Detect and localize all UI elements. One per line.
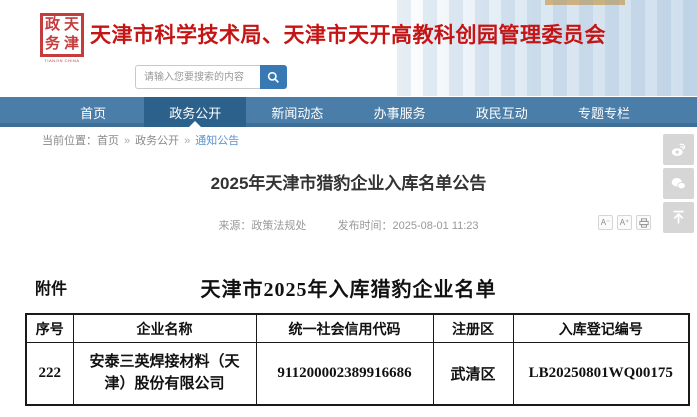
search-button[interactable] (260, 65, 287, 89)
document-title: 天津市2025年入库猎豹企业名单 (0, 273, 697, 302)
attachment-section: 附件 天津市2025年入库猎豹企业名单 序号 企业名称 统一社会信用代码 注册区… (0, 273, 697, 406)
site-title: 天津市科学技术局、天津市天开高教科创园管理委员会 (90, 19, 606, 49)
breadcrumb-home[interactable]: 首页 (97, 135, 119, 147)
col-header-registration-no: 入库登记编号 (513, 314, 689, 343)
share-wechat-button[interactable] (663, 168, 694, 199)
tianjin-seal-logo: 政 天 务 津 (40, 13, 84, 57)
nav-item-government-info[interactable]: 政务公开 (144, 97, 246, 127)
nav-item-home[interactable]: 首页 (42, 97, 144, 127)
cell-index: 222 (26, 343, 73, 406)
main-nav: 首页 政务公开 新闻动态 办事服务 政民互动 专题专栏 (0, 97, 697, 127)
table-header-row: 序号 企业名称 统一社会信用代码 注册区 入库登记编号 (26, 314, 689, 343)
search-icon (267, 71, 280, 84)
article-title: 2025年天津市猎豹企业入库名单公告 (0, 169, 697, 194)
share-weibo-button[interactable] (663, 134, 694, 165)
nav-item-news[interactable]: 新闻动态 (246, 97, 348, 127)
cell-registration-no: LB20250801WQ00175 (513, 343, 689, 406)
seal-caption: TIANJIN CHINA (40, 58, 84, 63)
table-row: 222 安泰三英焊接材料（天津）股份有限公司 91120000238991668… (26, 343, 689, 406)
col-header-district: 注册区 (433, 314, 513, 343)
cell-company-name: 安泰三英焊接材料（天津）股份有限公司 (73, 343, 256, 406)
top-accent-bar (545, 0, 625, 5)
nav-item-special-topics[interactable]: 专题专栏 (553, 97, 655, 127)
article-publish-time: 发布时间：2025-08-01 11:23 (338, 220, 479, 232)
attachment-label: 附件 (35, 275, 67, 299)
site-logo: 政 天 务 津 TIANJIN CHINA (40, 13, 84, 63)
printer-icon (639, 218, 649, 228)
col-header-credit-code: 统一社会信用代码 (256, 314, 433, 343)
brand: 政 天 务 津 TIANJIN CHINA 天津市科学技术局、天津市天开高教科创… (40, 13, 606, 63)
enterprise-table: 序号 企业名称 统一社会信用代码 注册区 入库登记编号 222 安泰三英焊接材料… (25, 313, 690, 406)
article-meta: 来源：政策法规处 发布时间：2025-08-01 11:23 A⁻ A⁺ (0, 217, 697, 233)
share-widget (663, 134, 694, 233)
nav-item-services[interactable]: 办事服务 (349, 97, 451, 127)
breadcrumb-government-info[interactable]: 政务公开 (135, 135, 179, 147)
breadcrumb-notices[interactable]: 通知公告 (195, 135, 239, 147)
weibo-icon (670, 141, 687, 158)
wechat-icon (670, 175, 687, 192)
site-header: 政 天 务 津 TIANJIN CHINA 天津市科学技术局、天津市天开高教科创… (0, 0, 697, 97)
search-input[interactable] (135, 65, 260, 89)
nav-item-interaction[interactable]: 政民互动 (451, 97, 553, 127)
active-tab-notch (189, 121, 201, 127)
breadcrumb: 当前位置：首页»政务公开»通知公告 (0, 127, 697, 155)
cell-credit-code: 911200002389916686 (256, 343, 433, 406)
col-header-company: 企业名称 (73, 314, 256, 343)
cell-district: 武清区 (433, 343, 513, 406)
back-to-top-button[interactable] (663, 202, 694, 233)
font-increase-button[interactable]: A⁺ (617, 215, 632, 230)
article-source: 来源：政策法规处 (218, 220, 306, 232)
print-button[interactable] (636, 215, 651, 230)
font-decrease-button[interactable]: A⁻ (598, 215, 613, 230)
arrow-up-icon (670, 209, 687, 226)
search-bar (135, 65, 287, 89)
article-tools: A⁻ A⁺ (598, 215, 651, 230)
col-header-index: 序号 (26, 314, 73, 343)
breadcrumb-prefix: 当前位置： (42, 135, 97, 147)
